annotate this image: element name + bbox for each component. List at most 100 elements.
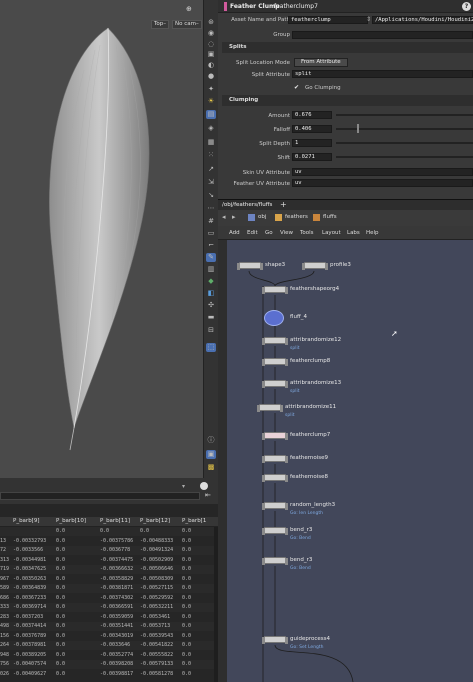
table-row[interactable]: 948 -0.00389205 0.0 -0.00352774 -0.00555822 0… [0,651,214,660]
ghost-icon[interactable]: ◌ [206,40,216,49]
flipbook-icon[interactable]: ▬ [206,313,216,322]
grid-icon[interactable]: # [206,217,216,226]
clumping-section-header[interactable]: Clumping [222,95,473,106]
network-node[interactable] [257,404,283,412]
parameter-help-icon[interactable]: ? [462,2,471,11]
table-row[interactable]: 283 -0.0037203 0.0 -0.00359059 -0.0053461 0.0 [0,613,214,622]
node-name-field[interactable]: featherclump7 [274,3,318,10]
node-input-handle[interactable] [262,381,265,388]
menu-go[interactable]: Go [265,230,273,236]
node-input-handle[interactable] [302,263,305,270]
network-node[interactable] [237,262,263,270]
column-header[interactable]: P_barb[12] [140,518,170,524]
spreadsheet-pin-icon[interactable]: ⇤ [205,491,211,499]
camera-icon[interactable]: ▥ [206,265,216,274]
split-depth-field[interactable]: 1 [292,139,332,147]
node-output-handle[interactable] [280,405,283,412]
table-row[interactable]: 0.0 0.0 0.0 0.0 [0,527,214,536]
headlight-icon[interactable]: ☀ [206,97,216,106]
column-header[interactable]: P_barb[10] [56,518,86,524]
handles-icon[interactable]: ✣ [206,301,216,310]
asset-path-field[interactable]: /Applications/Houdini/Houdini20.0. [372,16,473,24]
network-node[interactable] [262,527,288,535]
node-output-handle[interactable] [285,433,288,440]
back-icon[interactable]: ◂ [222,213,226,221]
network-node[interactable] [262,358,288,366]
normals-icon[interactable]: ↗ [206,165,216,174]
camera-menu-button[interactable]: No cam– [172,20,202,29]
layout-icon[interactable]: ▣ [206,450,216,459]
node-output-handle[interactable] [260,263,263,270]
node-name[interactable]: featherclump8 [290,358,330,364]
node-output-handle[interactable] [325,263,328,270]
menu-add[interactable]: Add [229,230,240,236]
node-output-handle[interactable] [285,637,288,644]
menu-labs[interactable]: Labs [347,230,360,236]
node-input-handle[interactable] [262,287,265,294]
node-input-handle[interactable] [262,338,265,345]
menu-view[interactable]: View [280,230,293,236]
network-node[interactable] [262,455,288,463]
split-attribute-field[interactable]: split [292,70,473,78]
network-node[interactable] [262,474,288,482]
wireframe-icon[interactable]: ▦ [206,138,216,147]
column-header[interactable]: P_barb[1 [182,518,206,524]
network-node[interactable] [262,337,288,345]
shift-field[interactable]: 0.0271 [292,153,332,161]
falloff-field[interactable]: 0.406 [292,125,332,133]
split-mode-select[interactable]: From Attribute [294,58,348,67]
node-input-handle[interactable] [262,456,265,463]
node-output-handle[interactable] [285,359,288,366]
node-name[interactable]: attribrandomize13 [290,380,341,386]
table-row[interactable]: 333 -0.00369714 0.0 -0.00366591 -0.00532211 0… [0,603,214,612]
node-input-handle[interactable] [262,503,265,510]
node-output-handle[interactable] [285,456,288,463]
display-options-icon[interactable]: ▤ [206,110,216,119]
column-header[interactable]: P_barb[9] [13,518,39,524]
node-output-handle[interactable] [285,503,288,510]
table-row[interactable]: 72 -0.0033566 0.0 -0.0036778 -0.00491324 0.0 [0,546,214,555]
network-node[interactable] [264,310,284,326]
view-top-button[interactable]: Top– [151,20,170,29]
eye-icon[interactable]: ◉ [206,29,216,38]
table-row[interactable]: 026 -0.00409627 0.0 -0.00398817 -0.00581278 0… [0,670,214,679]
split-depth-slider[interactable] [336,142,473,144]
node-input-handle[interactable] [262,637,265,644]
points-icon[interactable]: ⁙ [206,151,216,160]
table-row[interactable]: 719 -0.00347625 0.0 -0.00366632 -0.00506646 0… [0,565,214,574]
node-name[interactable]: bend_r3 [290,527,312,533]
forward-icon[interactable]: ▸ [232,213,236,221]
node-name[interactable]: random_length3 [290,502,335,508]
path-feathers[interactable]: feathers [285,214,308,220]
asset-menu-icon[interactable]: ⇕ [366,16,371,23]
feather-uv-field[interactable]: uv [292,179,473,187]
menu-tools[interactable]: Tools [300,230,314,236]
node-output-handle[interactable] [285,558,288,565]
node-output-handle[interactable] [285,381,288,388]
node-name[interactable]: fluff_4 [290,314,307,320]
node-name[interactable]: feathernoise9 [290,455,328,461]
snap-icon[interactable]: ◐ [206,61,216,70]
node-name[interactable]: shape3 [265,262,285,268]
column-header[interactable]: P_barb[11] [100,518,130,524]
point-numbers-icon[interactable]: ↘ [206,191,216,200]
node-input-handle[interactable] [262,558,265,565]
spreadsheet-scroll-icon[interactable]: ▾ [182,483,185,490]
table-row[interactable]: 686 -0.00367233 0.0 -0.00374302 -0.00529592 0… [0,594,214,603]
network-node[interactable] [262,432,288,440]
splits-section-header[interactable]: Splits [222,42,473,53]
table-row[interactable]: 589 -0.00364839 0.0 -0.00381871 -0.00527115 0… [0,584,214,593]
shading-icon[interactable]: ◈ [206,124,216,133]
lock-icon[interactable]: ▣ [206,50,216,59]
node-name[interactable]: feathernoise8 [290,474,328,480]
node-input-handle[interactable] [262,528,265,535]
network-node[interactable] [262,557,288,565]
table-row[interactable]: 156 -0.00376789 0.0 -0.00343019 -0.00539543 0… [0,632,214,641]
node-input-handle[interactable] [262,475,265,482]
path-obj[interactable]: obj [258,214,266,220]
ruler-icon[interactable]: ⌐ [206,241,216,250]
node-output-handle[interactable] [285,528,288,535]
spreadsheet-filter-field[interactable] [0,492,200,500]
node-name[interactable]: featherclump7 [290,432,330,438]
add-tab-icon[interactable]: + [280,200,287,209]
